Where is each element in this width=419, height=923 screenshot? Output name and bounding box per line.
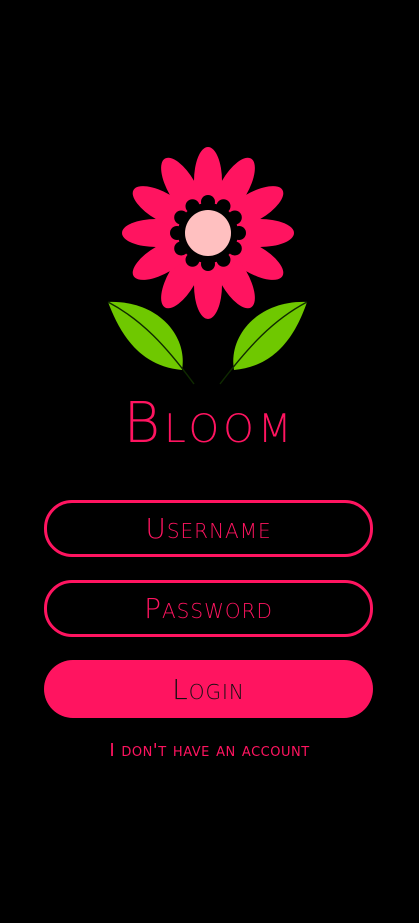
flower-logo: [107, 147, 308, 385]
login-button[interactable]: Login: [44, 660, 373, 718]
password-input[interactable]: [44, 580, 373, 637]
right-leaf-icon: [219, 301, 308, 385]
login-screen: Bloom Login I don't have an account: [0, 0, 419, 923]
username-input[interactable]: [44, 500, 373, 557]
flower-center-icon: [185, 210, 231, 256]
flower-petals-icon: [122, 147, 294, 319]
left-leaf-icon: [107, 301, 195, 385]
no-account-link[interactable]: I don't have an account: [0, 740, 419, 761]
app-title: Bloom: [123, 391, 296, 456]
